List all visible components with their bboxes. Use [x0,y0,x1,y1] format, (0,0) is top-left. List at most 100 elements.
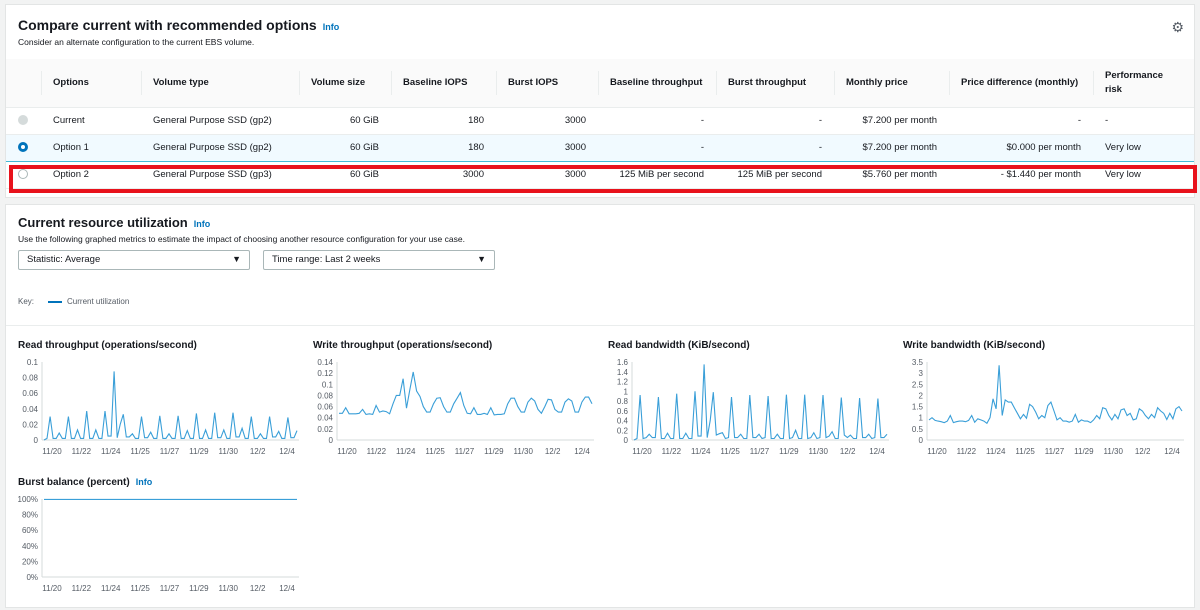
compare-subtitle: Consider an alternate configuration to t… [18,37,255,47]
utilization-panel: Current resource utilization Info Use the… [5,204,1195,608]
y-tick-label: 0.08 [317,391,333,400]
x-tick-label: 12/4 [1164,447,1180,456]
y-tick-label: 1.4 [617,368,629,377]
radio-button[interactable] [18,169,28,180]
info-link[interactable]: Info [194,219,211,229]
line-chart: 0 0.5 1 1.5 2 2.5 3 3.5 11/20 11/22 11/24 11/25 11/2… [912,358,1184,456]
y-tick-label: 1.6 [617,358,629,367]
y-tick-label: 0 [329,436,334,445]
line-chart: 0 0.02 0.04 0.06 0.08 0.1 11/20 11/22 11/24 11/25… [22,358,299,456]
cell-volume-type: General Purpose SSD (gp2) [141,133,299,162]
y-tick-label: 1 [919,414,924,423]
table-row[interactable]: Option 1 General Purpose SSD (gp2) 60 GiB 1… [6,133,1194,162]
y-tick-label: 0 [34,436,39,445]
table-row[interactable]: Current General Purpose SSD (gp2) 60 GiB 18… [6,107,1194,135]
y-tick-label: 2 [919,391,924,400]
legend: Key: Current utilization [18,297,130,306]
y-tick-label: 0 [624,436,629,445]
x-tick-label: 11/20 [42,584,62,593]
y-tick-label: 0.04 [22,405,38,414]
cell-option: Current [41,107,141,135]
y-tick-label: 0.02 [317,425,333,434]
options-table: Options Volume type Volume size Baseline IO… [6,59,1194,189]
utilization-title: Current resource utilization Info [18,215,211,230]
y-tick-label: 0.4 [617,417,629,426]
cell-price-difference: - [949,107,1093,135]
x-tick-label: 12/4 [279,447,295,456]
cell-baseline-iops: 180 [391,107,496,135]
x-tick-label: 12/2 [840,447,856,456]
y-tick-label: 40% [22,542,38,551]
radio-column-header [6,59,41,108]
x-tick-label: 11/22 [367,447,387,456]
y-tick-label: 0.04 [317,414,333,423]
column-header: Options [41,59,141,108]
series-line [339,371,593,416]
column-header: Volume size [299,59,391,108]
y-tick-label: 0.06 [22,389,38,398]
x-tick-label: 11/30 [219,447,239,456]
x-tick-label: 11/27 [160,447,180,456]
x-tick-label: 11/30 [514,447,534,456]
x-tick-label: 11/29 [484,447,504,456]
y-tick-label: 0.08 [22,374,38,383]
radio-button[interactable] [18,142,28,153]
y-tick-label: 0.6 [617,407,629,416]
y-tick-label: 0.1 [322,380,334,389]
x-tick-label: 11/29 [189,584,209,593]
x-tick-label: 11/24 [986,447,1006,456]
y-tick-label: 0.06 [317,403,333,412]
cell-performance-risk: Very low [1093,161,1194,189]
gear-icon[interactable]: ⚙ [1171,19,1184,36]
caret-down-icon: ▼ [232,254,241,264]
y-tick-label: 0.8 [617,397,629,406]
cell-performance-risk: - [1093,107,1194,135]
cell-monthly-price: $7.200 per month [834,107,949,135]
x-tick-label: 11/25 [425,447,445,456]
cell-baseline-iops: 180 [391,133,496,162]
cell-burst-iops: 3000 [496,133,598,162]
cell-volume-type: General Purpose SSD (gp2) [141,107,299,135]
compare-options-panel: Compare current with recommended options… [5,4,1197,198]
y-tick-label: 0 [919,436,924,445]
cell-volume-size: 60 GiB [299,107,391,135]
time-range-select[interactable]: Time range: Last 2 weeks ▼ [263,250,495,270]
y-tick-label: 0.12 [317,369,333,378]
info-link[interactable]: Info [323,22,340,32]
x-tick-label: 11/25 [720,447,740,456]
y-tick-label: 20% [22,557,38,566]
y-tick-label: 0% [26,573,38,582]
x-tick-label: 11/27 [1045,447,1065,456]
column-header: Burst throughput [716,59,834,108]
chart-title: Write throughput (operations/second) [313,340,493,351]
x-tick-label: 12/4 [279,584,295,593]
radio-cell [6,107,41,135]
cell-performance-risk: Very low [1093,133,1194,162]
x-tick-label: 11/30 [219,584,239,593]
statistic-select[interactable]: Statistic: Average ▼ [18,250,250,270]
y-tick-label: 1 [624,387,629,396]
x-tick-label: 11/24 [101,584,121,593]
chart-title: Write bandwidth (KiB/second) [903,340,1046,351]
cell-monthly-price: $7.200 per month [834,133,949,162]
utilization-subtitle: Use the following graphed metrics to est… [18,234,465,244]
y-tick-label: 3.5 [912,358,924,367]
x-tick-label: 11/22 [72,584,92,593]
cell-volume-size: 60 GiB [299,133,391,162]
cell-burst-throughput: 125 MiB per second [716,161,834,189]
y-tick-label: 80% [22,511,38,520]
legend-line-icon [48,300,63,303]
line-chart: 0 0.02 0.04 0.06 0.08 0.1 0.12 0.14 11/20 11/22 11… [317,358,594,456]
chart-title: Burst balance (percent) Info [18,477,153,488]
info-link[interactable]: Info [136,477,153,487]
x-tick-label: 11/29 [779,447,799,456]
x-tick-label: 11/29 [1074,447,1094,456]
y-tick-label: 100% [18,495,38,504]
cell-price-difference: $0.000 per month [949,133,1093,162]
x-tick-label: 11/27 [160,584,180,593]
column-header: Volume type [141,59,299,108]
y-tick-label: 1.2 [617,378,629,387]
column-header: Burst IOPS [496,59,598,108]
table-row[interactable]: Option 2 General Purpose SSD (gp3) 60 GiB 3… [6,161,1194,189]
x-tick-label: 11/29 [189,447,209,456]
